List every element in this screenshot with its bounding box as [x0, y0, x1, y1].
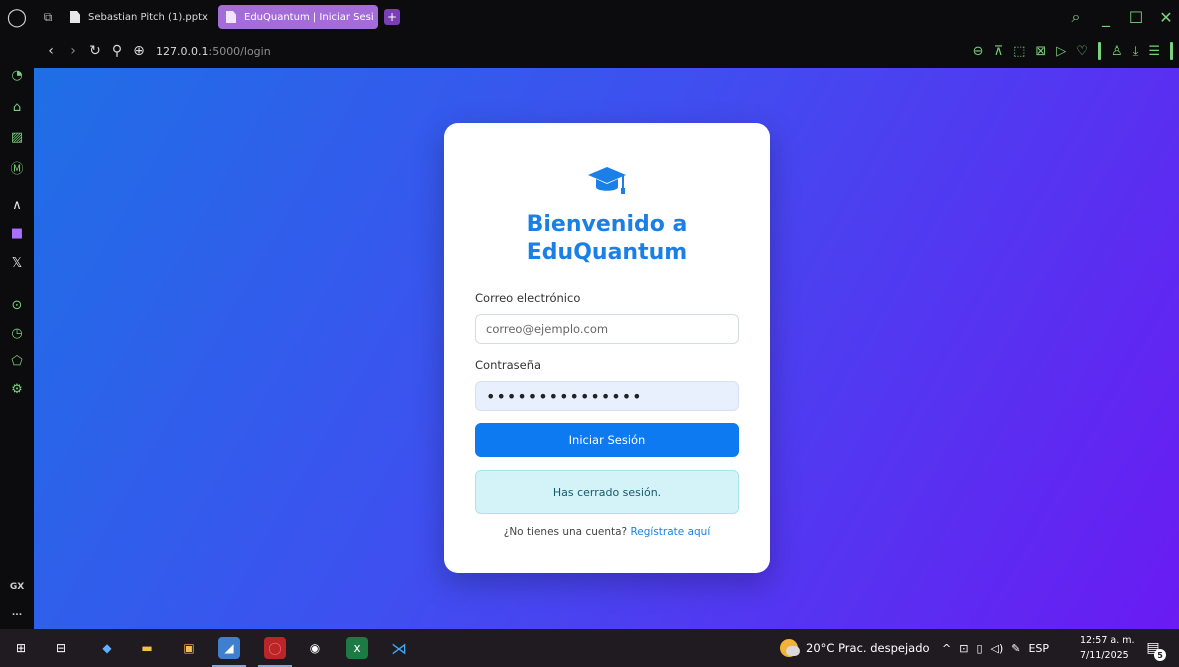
- snapshot-icon[interactable]: ⬚: [1013, 44, 1025, 59]
- reload-icon[interactable]: ↻: [84, 34, 106, 68]
- search-icon[interactable]: ⌕: [1069, 7, 1083, 27]
- address-bar-tools: ⊖ ⊼ ⬚ ⊠ ▷ ♡ ♙ ⤓ ☰: [973, 34, 1173, 68]
- close-icon[interactable]: ✕: [1159, 8, 1173, 27]
- signup-text: ¿No tienes una cuenta?: [503, 526, 628, 538]
- weather-temp: 20°C: [806, 641, 835, 655]
- player-icon[interactable]: ▨: [0, 126, 34, 148]
- tab-label: Sebastian Pitch (1).pptx: [88, 11, 208, 23]
- notification-center-icon[interactable]: ▤ 5: [1142, 637, 1166, 661]
- network-icon[interactable]: ⊡: [959, 642, 968, 655]
- photos-icon[interactable]: ◢: [218, 637, 240, 659]
- tab-islands-icon[interactable]: ⧉: [34, 0, 62, 34]
- url-path: :5000/login: [208, 44, 271, 58]
- page-title: Bienvenido a EduQuantum: [444, 211, 770, 267]
- extensions-icon[interactable]: ⬠: [0, 350, 34, 372]
- back-icon[interactable]: ‹: [40, 34, 62, 68]
- windows-start-icon[interactable]: ⊞: [10, 637, 32, 659]
- globe-icon: ⊕: [133, 43, 145, 59]
- email-label: Correo electrónico: [475, 291, 581, 305]
- title-line-1: Bienvenido a: [526, 212, 688, 237]
- battery-icon[interactable]: ▯: [976, 642, 982, 655]
- chat-icon[interactable]: ◉: [304, 637, 326, 659]
- copilot-icon[interactable]: ◆: [96, 637, 118, 659]
- tab-eduquantum[interactable]: EduQuantum | Iniciar Sesi: [218, 5, 378, 29]
- speed-dial-icon[interactable]: ◔: [0, 64, 34, 86]
- task-view-icon[interactable]: ⊟: [50, 637, 72, 659]
- volume-icon[interactable]: ◁): [991, 642, 1004, 655]
- twitch-icon[interactable]: ■: [0, 222, 34, 244]
- forward-icon[interactable]: ›: [62, 34, 84, 68]
- aria-icon[interactable]: ∧: [0, 194, 34, 216]
- site-info-icon[interactable]: ⚲: [106, 34, 128, 68]
- taskbar: ⊞ ⊟ ◆ ▬ ▣ ◢ ◯ ◉ x ⋊ 20°C Prac. despejado…: [0, 629, 1179, 667]
- excel-icon[interactable]: x: [346, 637, 368, 659]
- password-label: Contraseña: [475, 358, 542, 372]
- opera-gx-icon[interactable]: ◯: [264, 637, 286, 659]
- pen-icon[interactable]: ✎: [1011, 642, 1020, 655]
- easy-setup-icon[interactable]: ☰: [1148, 44, 1160, 59]
- settings-icon[interactable]: ⚙: [0, 378, 34, 400]
- title-line-2: EduQuantum: [526, 240, 688, 265]
- clock-time: 12:57 a. m.: [1080, 635, 1135, 646]
- history-icon[interactable]: ◷: [0, 322, 34, 344]
- flow-icon[interactable]: ⌂: [0, 96, 34, 118]
- profile-icon[interactable]: ♙: [1111, 44, 1123, 59]
- pin-icon[interactable]: ⊼: [994, 44, 1004, 59]
- window-controls: ⌕ _ ☐ ✕: [1069, 0, 1173, 34]
- clock-date: 7/11/2025: [1080, 650, 1129, 661]
- language-indicator[interactable]: ESP: [1028, 642, 1049, 655]
- messenger-icon[interactable]: Ⓜ: [0, 156, 34, 178]
- system-tray: ^ ⊡ ▯ ◁) ✎ ESP: [942, 629, 1049, 667]
- password-field[interactable]: [475, 381, 739, 411]
- adblock-icon[interactable]: ⊠: [1035, 44, 1046, 59]
- chevron-up-icon[interactable]: ^: [942, 642, 951, 655]
- sidebar-more-button[interactable]: ...: [0, 608, 34, 618]
- alert-message: Has cerrado sesión.: [552, 485, 662, 499]
- weather-icon: [780, 639, 800, 657]
- login-card: Bienvenido a EduQuantum Correo electróni…: [444, 123, 770, 573]
- url-field[interactable]: 127.0.0.1:5000/login: [156, 45, 271, 58]
- weather-widget[interactable]: 20°C Prac. despejado: [780, 629, 930, 667]
- new-tab-button[interactable]: +: [384, 9, 400, 25]
- weather-desc: Prac. despejado: [838, 641, 930, 655]
- store-icon[interactable]: ▣: [178, 637, 200, 659]
- page-viewport: Bienvenido a EduQuantum Correo electróni…: [34, 68, 1179, 629]
- music-player-icon[interactable]: ⊙: [0, 294, 34, 316]
- bookmark-heart-icon[interactable]: ♡: [1076, 44, 1088, 59]
- x-icon[interactable]: 𝕏: [0, 252, 34, 274]
- screen: ◯ ⧉ Sebastian Pitch (1).pptx EduQuantum …: [0, 0, 1179, 667]
- login-button[interactable]: Iniciar Sesión: [475, 423, 739, 457]
- logout-alert: Has cerrado sesión.: [475, 470, 739, 514]
- tab-sebastian-pitch[interactable]: Sebastian Pitch (1).pptx: [62, 5, 212, 29]
- gx-corner-label[interactable]: GX: [0, 582, 34, 592]
- download-icon[interactable]: ⤓: [1133, 44, 1139, 59]
- tab-bar: ◯ ⧉ Sebastian Pitch (1).pptx EduQuantum …: [0, 0, 1179, 34]
- clock[interactable]: 12:57 a. m. 7/11/2025: [1080, 633, 1135, 663]
- address-bar: ‹ › ↻ ⚲ ⊕ 127.0.0.1:5000/login ⊖ ⊼ ⬚ ⊠ ▷…: [34, 34, 1179, 68]
- file-icon: [226, 11, 236, 23]
- zoom-icon[interactable]: ⊖: [973, 44, 984, 59]
- divider: [1097, 42, 1101, 60]
- opera-logo-icon[interactable]: ◯: [0, 0, 34, 34]
- notification-badge: 5: [1154, 649, 1166, 661]
- file-icon: [70, 11, 80, 23]
- file-explorer-icon[interactable]: ▬: [136, 637, 158, 659]
- divider: [1170, 42, 1173, 60]
- maximize-icon[interactable]: ☐: [1129, 8, 1143, 27]
- vscode-icon[interactable]: ⋊: [388, 637, 410, 659]
- tab-label: EduQuantum | Iniciar Sesi: [244, 11, 374, 23]
- signup-prompt: ¿No tienes una cuenta? Regístrate aquí: [444, 526, 770, 538]
- send-icon[interactable]: ▷: [1056, 44, 1066, 59]
- graduation-cap-icon: [588, 167, 626, 194]
- sidebar: ◔ ⌂ ▨ Ⓜ ∧ ■ 𝕏 ⊙ ◷ ⬠ ⚙ GX ...: [0, 34, 34, 629]
- url-host: 127.0.0.1: [156, 44, 209, 58]
- email-field[interactable]: [475, 314, 739, 344]
- signup-link[interactable]: Regístrate aquí: [630, 526, 710, 538]
- minimize-icon[interactable]: _: [1099, 8, 1113, 27]
